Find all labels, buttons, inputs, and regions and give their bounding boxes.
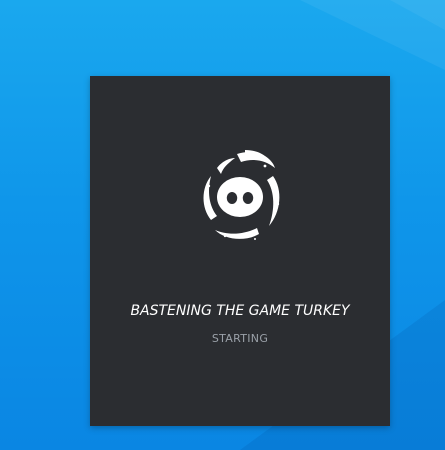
splash-title: BASTENING THE GAME TURKEY <box>130 303 350 319</box>
discord-splash-window: BASTENING THE GAME TURKEY STARTING <box>90 76 390 426</box>
splash-status: STARTING <box>211 332 269 345</box>
discord-wumpus-spinner-icon <box>195 146 285 246</box>
discord-logo-svg <box>203 150 280 240</box>
